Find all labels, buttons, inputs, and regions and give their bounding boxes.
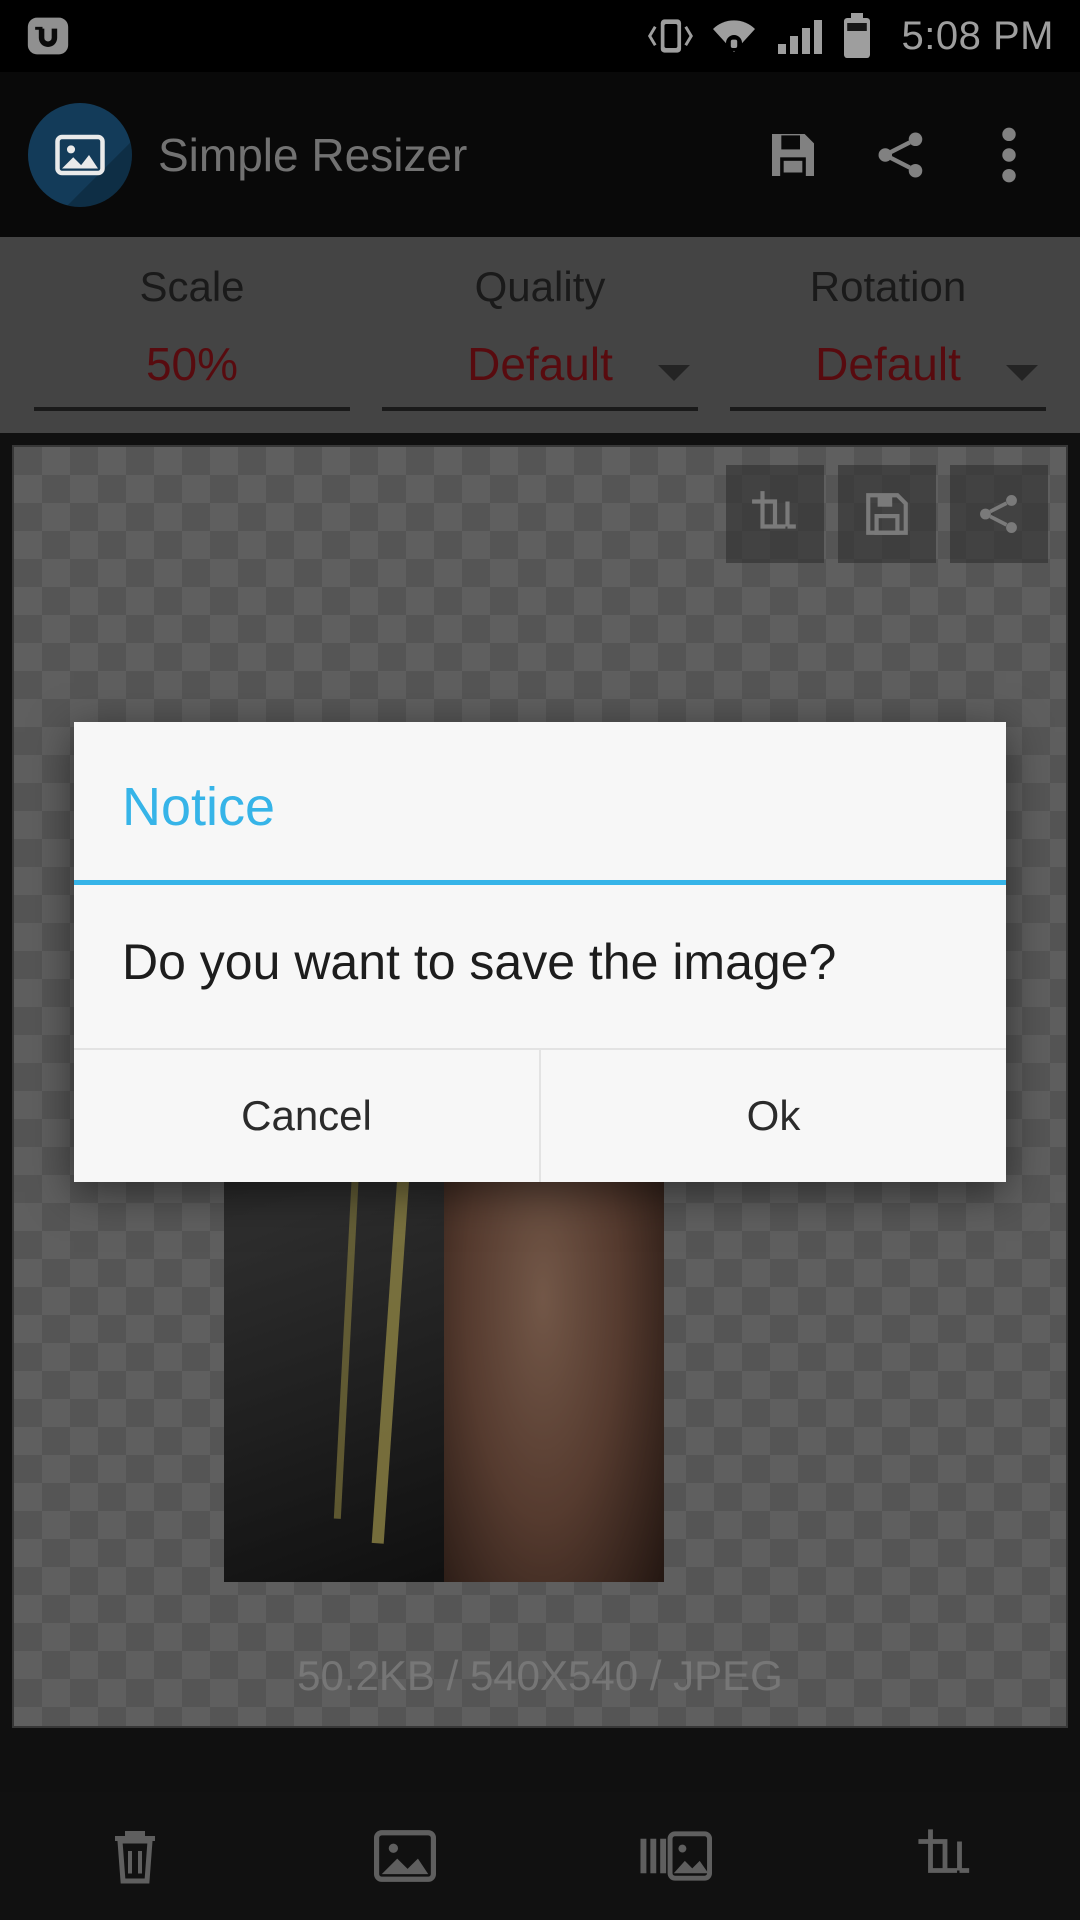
ok-button[interactable]: Ok [541,1050,1006,1182]
dialog-message: Do you want to save the image? [74,885,1006,1050]
notice-dialog: Notice Do you want to save the image? Ca… [74,722,1006,1182]
dialog-actions: Cancel Ok [74,1049,1006,1182]
phone-screen: 5:08 PM Simple Resizer Scale 50% Quality… [0,0,1080,1920]
dialog-title: Notice [122,777,276,837]
cancel-button[interactable]: Cancel [74,1049,541,1182]
